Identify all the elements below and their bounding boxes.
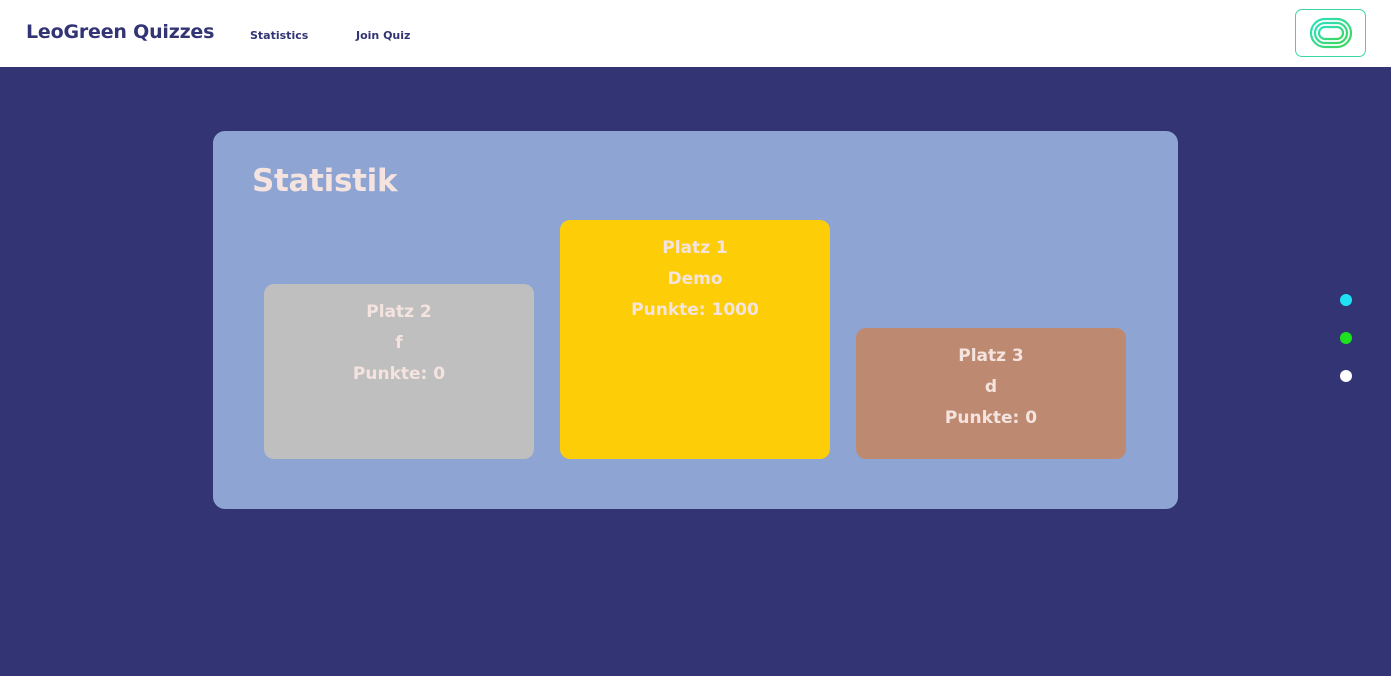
brand-title[interactable]: LeoGreen Quizzes <box>26 21 214 43</box>
place-player-name: Demo <box>667 269 723 289</box>
logo-button[interactable] <box>1295 9 1366 57</box>
place-points: Punkte: 0 <box>352 364 446 384</box>
nav-statistics-link[interactable]: Statistics <box>250 29 308 42</box>
statistics-panel: Statistik Platz 2 f Punkte: 0 Platz 1 De… <box>213 131 1178 509</box>
place-points: Punkte: 0 <box>944 408 1038 428</box>
theme-dot-cyan[interactable] <box>1340 294 1352 306</box>
place-points: Punkte: 1000 <box>631 300 759 320</box>
place-rank-label: Platz 1 <box>662 238 728 258</box>
leogreen-track-icon <box>1309 17 1352 49</box>
place-rank-label: Platz 2 <box>366 302 432 322</box>
theme-dot-white[interactable] <box>1340 370 1352 382</box>
place-player-name: d <box>984 377 998 397</box>
theme-dot-green[interactable] <box>1340 332 1352 344</box>
nav-join-quiz-link[interactable]: Join Quiz <box>356 29 410 42</box>
place-player-name: f <box>395 333 403 353</box>
place-rank-label: Platz 3 <box>958 346 1024 366</box>
podium-card-place-1: Platz 1 Demo Punkte: 1000 <box>560 220 830 459</box>
page-title: Statistik <box>252 163 398 199</box>
top-navbar: LeoGreen Quizzes Statistics Join Quiz <box>0 0 1391 67</box>
podium-card-place-2: Platz 2 f Punkte: 0 <box>264 284 534 459</box>
podium-card-place-3: Platz 3 d Punkte: 0 <box>856 328 1126 459</box>
